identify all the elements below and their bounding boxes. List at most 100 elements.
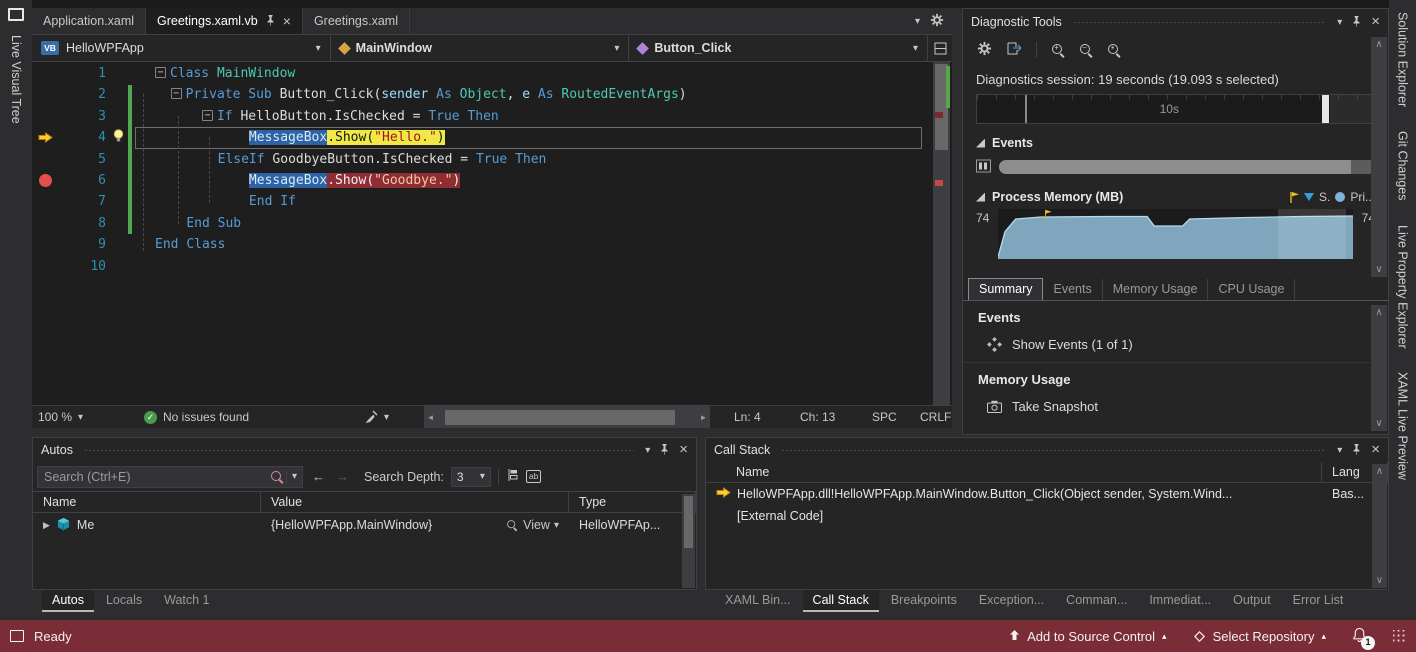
code-text[interactable]: End If [155,191,296,212]
search-options-chevron-icon[interactable]: ▾ [287,471,302,482]
fold-toggle-icon[interactable]: − [155,67,166,78]
code-line[interactable]: 8 End Sub [32,213,952,234]
close-icon[interactable]: × [1371,16,1380,28]
panel-header[interactable]: Diagnostic Tools ▾ × [963,9,1388,35]
gutter-indicator[interactable] [32,149,58,170]
expand-arrow-icon[interactable]: ▶ [43,520,50,531]
tab-breakpoints[interactable]: Breakpoints [881,590,967,612]
tab-call-stack[interactable]: Call Stack [803,590,879,612]
pin-icon[interactable] [265,14,276,29]
memory-section-header[interactable]: Process Memory (MB) S. Pri... [963,185,1388,209]
side-tab-xaml-live-preview[interactable]: XAML Live Preview [1391,368,1415,484]
window-menu-chevron-icon[interactable]: ▾ [1337,445,1342,456]
tab-error-list[interactable]: Error List [1283,590,1354,612]
diag-tab-cpu-usage[interactable]: CPU Usage [1208,279,1295,300]
tab-immediat-[interactable]: Immediat... [1139,590,1221,612]
stack-frame-row[interactable]: HelloWPFApp.dll!HelloWPFApp.MainWindow.B… [706,483,1388,505]
search-prev-icon[interactable]: ← [310,469,327,484]
zoom-select[interactable]: 100 % ▾ [38,406,83,428]
search-next-icon[interactable]: → [334,469,351,484]
zoom-out-icon[interactable]: − [1079,43,1093,57]
window-menu-chevron-icon[interactable]: ▾ [1337,17,1342,28]
panel-header[interactable]: Autos ▾ × [33,438,696,462]
scroll-right-icon[interactable]: ► [697,413,710,422]
settings-gear-icon[interactable] [977,41,992,59]
tab-locals[interactable]: Locals [96,590,152,612]
pin-icon[interactable] [1351,15,1362,30]
column-header-name[interactable]: Name [33,492,261,512]
diag-tab-summary[interactable]: Summary [968,278,1043,300]
diagnostics-upper-scrollbar[interactable]: ∧ ∨ [1371,37,1387,277]
reset-view-icon[interactable]: ▪ [1107,43,1121,57]
notifications-button[interactable]: 1 [1352,627,1367,646]
timeline-ruler[interactable]: 10s [976,94,1375,124]
panel-header[interactable]: Call Stack ▾ × [706,438,1388,462]
gutter-indicator[interactable] [32,213,58,234]
scroll-left-icon[interactable]: ◄ [424,413,437,422]
breakpoint-icon[interactable] [39,174,52,187]
document-list-chevron-icon[interactable]: ▾ [915,16,920,27]
pin-icon[interactable] [1351,443,1362,458]
gutter-indicator[interactable] [32,63,58,84]
gutter-indicator[interactable] [32,234,58,255]
scroll-up-icon[interactable]: ∧ [1375,39,1382,50]
close-icon[interactable]: × [283,15,291,27]
split-editor-icon[interactable] [928,35,952,61]
gear-icon[interactable] [930,13,944,30]
type-dropdown[interactable]: MainWindow ▾ [331,35,630,61]
code-line[interactable]: 6 MessageBox.Show("Goodbye.") [32,170,952,191]
code-line[interactable]: 9End Class [32,234,952,255]
events-section-header[interactable]: Events [963,131,1388,155]
code-text[interactable]: −If HelloButton.IsChecked = True Then [155,106,499,127]
side-tab-solution-explorer[interactable]: Solution Explorer [1391,8,1415,111]
code-text[interactable]: MessageBox.Show("Hello.") [155,127,445,148]
scroll-up-icon[interactable]: ∧ [1376,466,1383,477]
scrollbar-thumb[interactable] [684,496,693,548]
code-line[interactable]: 1−Class MainWindow [32,63,952,84]
gutter-indicator[interactable] [32,256,58,277]
stack-frame-row[interactable]: [External Code] [706,505,1388,527]
diagnostics-lower-scrollbar[interactable]: ∧ ∨ [1371,305,1387,431]
close-icon[interactable]: × [679,444,688,456]
code-line[interactable]: 7 End If [32,191,952,212]
code-text[interactable]: −Class MainWindow [155,63,295,84]
code-line[interactable]: 3 −If HelloButton.IsChecked = True Then [32,106,952,127]
view-dropdown[interactable]: View▾ [505,518,569,532]
timeline-selection-handle[interactable] [1322,95,1329,123]
tab-exception-[interactable]: Exception... [969,590,1054,612]
gutter-indicator[interactable] [32,191,58,212]
search-depth-select[interactable]: 3 ▾ [451,467,491,487]
editor-tab-greetings-xaml[interactable]: Greetings.xaml [303,8,410,34]
column-header-type[interactable]: Type [569,492,696,512]
tab-xaml-bin-[interactable]: XAML Bin... [715,590,801,612]
zoom-in-icon[interactable]: + [1051,43,1065,57]
project-dropdown[interactable]: VB HelloWPFApp ▾ [32,35,331,61]
editor-tab-greetings-xaml-vb[interactable]: Greetings.xaml.vb× [146,8,303,34]
search-input[interactable] [38,470,270,484]
flags-columns-icon[interactable] [506,468,519,485]
health-indicator[interactable]: ✓ No issues found [144,406,249,428]
events-track-bar[interactable] [999,160,1375,174]
code-text[interactable]: End Class [155,234,225,255]
export-report-icon[interactable] [1006,41,1022,59]
tab-watch-1[interactable]: Watch 1 [154,590,219,612]
code-line[interactable]: 5 ElseIf GoodbyeButton.IsChecked = True … [32,149,952,170]
window-menu-chevron-icon[interactable]: ▾ [645,445,650,456]
code-line[interactable]: 10 [32,256,952,277]
column-header-value[interactable]: Value [261,492,569,512]
scroll-up-icon[interactable]: ∧ [1375,307,1382,318]
column-header-name[interactable]: Name [706,462,1322,482]
code-line[interactable]: 4 MessageBox.Show("Hello.") [32,127,952,148]
callstack-scrollbar[interactable]: ∧ ∨ [1372,464,1387,588]
collapse-triangle-icon[interactable] [976,193,985,202]
resize-grip[interactable] [1393,630,1406,643]
side-tab-live-visual-tree[interactable]: Live Visual Tree [4,31,28,128]
editor-vertical-scrollbar[interactable] [933,62,950,405]
diag-tab-memory-usage[interactable]: Memory Usage [1103,279,1209,300]
member-dropdown[interactable]: Button_Click ▾ [629,35,928,61]
pin-icon[interactable] [659,443,670,458]
take-snapshot-link[interactable]: Take Snapshot [963,393,1388,420]
select-repository-button[interactable]: Select Repository ▴ [1193,629,1326,644]
tab-output[interactable]: Output [1223,590,1281,612]
diag-tab-events[interactable]: Events [1043,279,1102,300]
